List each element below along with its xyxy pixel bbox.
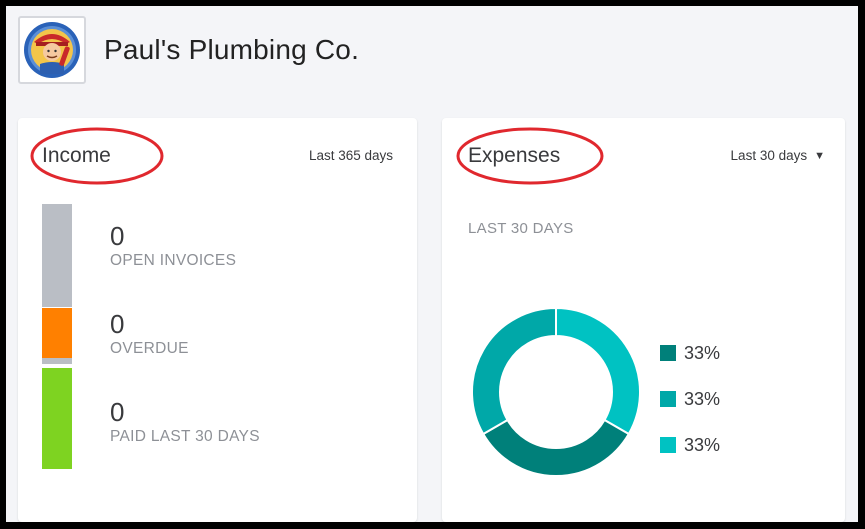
legend-swatch bbox=[660, 345, 676, 361]
expenses-card: Expenses Last 30 days ▼ LAST 30 DAYS 33% 3… bbox=[442, 118, 845, 522]
donut-slice-2[interactable] bbox=[471, 306, 557, 436]
overdue-bar[interactable] bbox=[42, 308, 72, 358]
legend-item-2[interactable]: 33% bbox=[660, 376, 720, 422]
open-invoices-value: 0 bbox=[110, 221, 125, 251]
expenses-title[interactable]: Expenses bbox=[468, 144, 560, 168]
expenses-period-label: Last 30 days bbox=[730, 148, 808, 163]
open-invoices-label: OPEN INVOICES bbox=[110, 252, 237, 269]
income-title[interactable]: Income bbox=[42, 144, 111, 168]
paid-value: 0 bbox=[110, 397, 125, 427]
overdue-remaining-bar bbox=[42, 358, 72, 364]
overdue-label: OVERDUE bbox=[110, 340, 189, 357]
company-name: Paul's Plumbing Co. bbox=[104, 34, 360, 65]
expenses-period-dropdown[interactable]: Last 30 days ▼ bbox=[731, 148, 825, 163]
caret-down-icon: ▼ bbox=[814, 150, 825, 162]
page: Paul's Plumbing Co. Income Last 365 days… bbox=[6, 6, 858, 522]
overdue-stat[interactable]: 0 OVERDUE bbox=[110, 310, 189, 358]
legend-item-1[interactable]: 33% bbox=[660, 330, 720, 376]
paid-bar[interactable] bbox=[42, 368, 72, 469]
income-period: Last 365 days bbox=[308, 148, 393, 163]
plumber-logo-icon bbox=[24, 22, 80, 78]
open-invoices-stat[interactable]: 0 OPEN INVOICES bbox=[110, 222, 236, 270]
overdue-value: 0 bbox=[110, 309, 125, 339]
open-invoices-bar[interactable] bbox=[42, 204, 72, 307]
expenses-legend: 33% 33% 33% bbox=[660, 330, 720, 468]
legend-swatch bbox=[660, 391, 676, 407]
income-card: Income Last 365 days 0 OPEN INVOICES 0 O… bbox=[18, 118, 417, 522]
donut-slice-1[interactable] bbox=[481, 418, 631, 477]
paid-label: PAID LAST 30 DAYS bbox=[110, 428, 260, 445]
expenses-subtitle: LAST 30 DAYS bbox=[468, 220, 574, 237]
legend-label: 33% bbox=[684, 434, 721, 455]
company-logo[interactable] bbox=[18, 16, 86, 84]
expenses-donut-chart[interactable] bbox=[468, 304, 644, 480]
legend-label: 33% bbox=[684, 388, 721, 409]
donut-slice-3[interactable] bbox=[555, 306, 641, 436]
header: Paul's Plumbing Co. bbox=[6, 6, 858, 106]
legend-swatch bbox=[660, 437, 676, 453]
legend-label: 33% bbox=[684, 342, 721, 363]
paid-stat[interactable]: 0 PAID LAST 30 DAYS bbox=[110, 398, 260, 446]
legend-item-3[interactable]: 33% bbox=[660, 422, 720, 468]
